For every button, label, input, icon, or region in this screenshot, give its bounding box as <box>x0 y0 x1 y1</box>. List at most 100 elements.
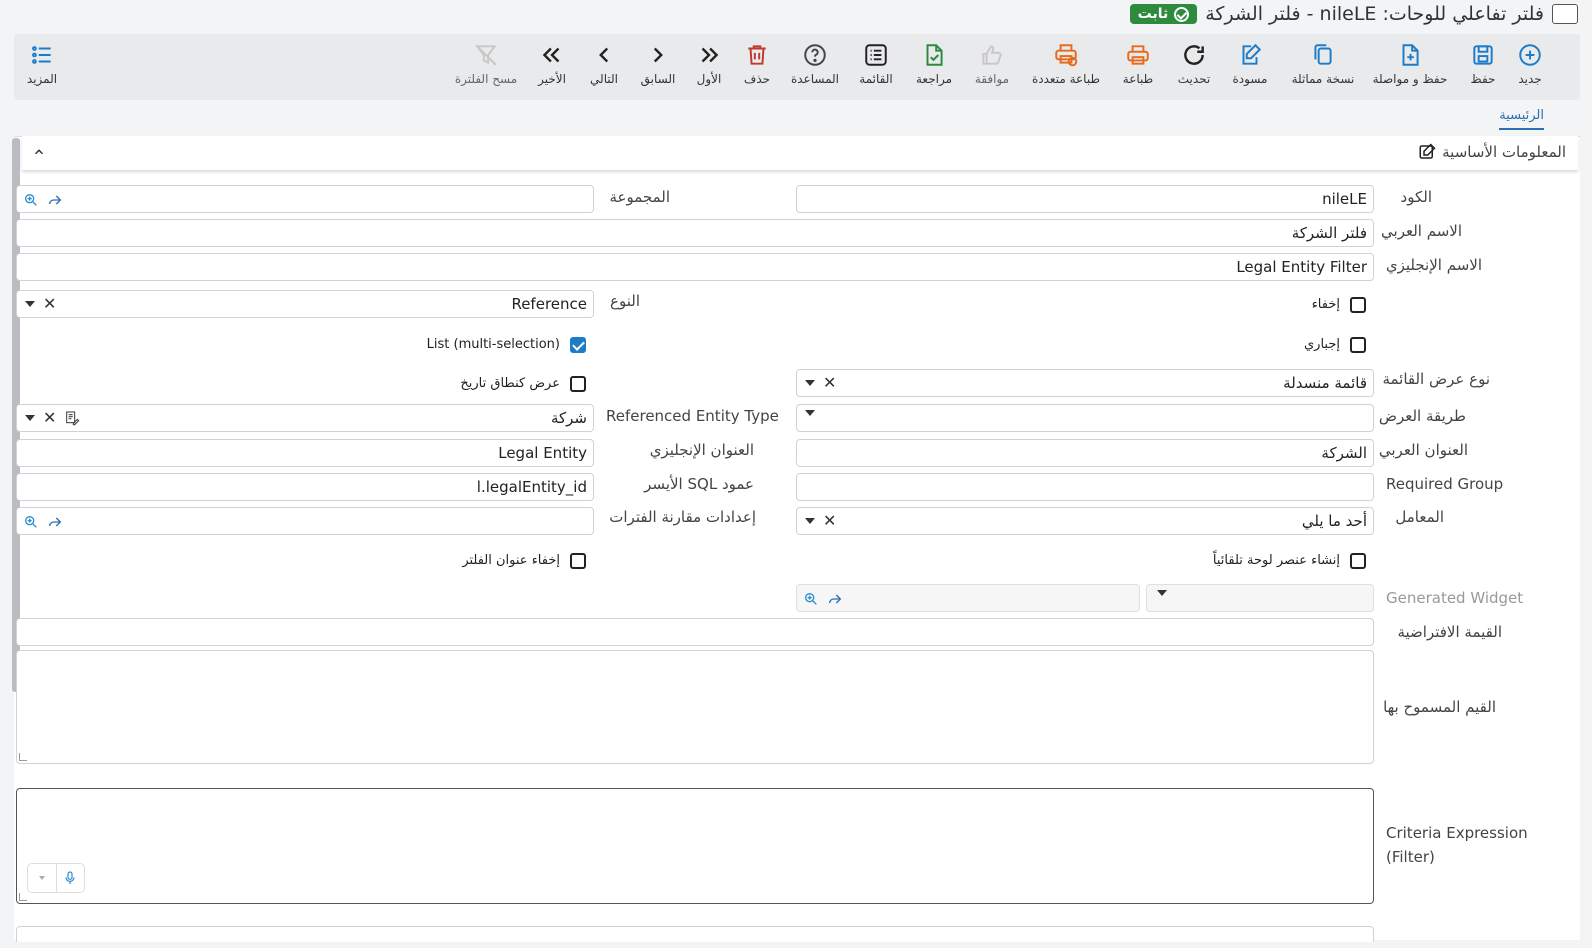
operator-select[interactable]: أحد ما يلي ✕ <box>796 507 1374 535</box>
check-circle-icon <box>1174 6 1190 22</box>
share-icon[interactable] <box>47 514 63 530</box>
review-button[interactable]: مراجعة <box>914 42 954 94</box>
tab-main[interactable]: الرئيسية <box>1499 108 1544 130</box>
group-field[interactable] <box>16 185 594 213</box>
help-button[interactable]: المساعدة <box>788 42 842 94</box>
print-button[interactable]: طباعة <box>1118 42 1158 94</box>
close-icon[interactable]: ✕ <box>43 410 56 426</box>
date-range-checkbox[interactable] <box>570 376 586 392</box>
section-title: المعلومات الأساسية <box>1418 143 1566 161</box>
ref-entity-type-select[interactable]: شركة ✕ <box>16 404 594 432</box>
edit-icon <box>1419 143 1436 159</box>
new-button[interactable]: جديد <box>1515 42 1545 94</box>
default-value-label: القيمة الافتراضية <box>1397 623 1502 641</box>
share-icon[interactable] <box>47 192 63 208</box>
share-icon <box>829 594 842 604</box>
resize-handle[interactable] <box>19 753 27 761</box>
group-label: المجموعة <box>609 188 670 206</box>
mandatory-label: إجباري <box>1304 337 1340 352</box>
list-multi-checkbox[interactable] <box>570 337 586 353</box>
more-button[interactable]: المزيد <box>24 42 60 94</box>
next-field-partial[interactable] <box>16 926 1374 942</box>
display-method-select[interactable] <box>796 404 1374 432</box>
trash-icon <box>748 45 766 65</box>
thumbs-up-icon <box>982 45 1002 65</box>
microphone-icon <box>65 871 76 884</box>
criteria-expression-editor[interactable] <box>16 788 1374 904</box>
refresh-icon <box>1184 45 1204 65</box>
next-button[interactable]: التالي <box>586 42 622 94</box>
last-button[interactable]: الأخير <box>532 42 572 94</box>
type-select[interactable]: Reference ✕ <box>16 290 594 318</box>
hide-checkbox[interactable] <box>1350 297 1366 313</box>
english-name-field[interactable]: Legal Entity Filter <box>16 253 1374 281</box>
file-plus-icon <box>1402 44 1419 66</box>
arabic-title-field[interactable]: الشركة <box>796 439 1374 467</box>
close-icon[interactable]: ✕ <box>823 513 836 529</box>
multi-printer-icon <box>1055 44 1078 67</box>
default-value-field[interactable] <box>16 618 1374 646</box>
save-button[interactable]: حفظ <box>1466 42 1500 94</box>
chevrons-left-icon <box>542 47 560 63</box>
close-icon[interactable]: ✕ <box>43 296 56 312</box>
save-continue-button[interactable]: حفظ و مواصلة <box>1368 42 1452 94</box>
chevron-down-icon[interactable] <box>25 415 35 421</box>
list-display-type-select[interactable]: قائمة منسدلة ✕ <box>796 369 1374 397</box>
filter-off-icon <box>475 44 497 66</box>
clear-filter-button[interactable]: مسح الفلترة <box>454 42 518 94</box>
code-field[interactable]: nileLE <box>796 185 1374 213</box>
auto-widget-checkbox[interactable] <box>1350 553 1366 569</box>
section-basic-info[interactable]: المعلومات الأساسية <box>22 136 1578 170</box>
microphone-button[interactable] <box>55 864 84 892</box>
left-sql-column-label: عمود SQL الأيسر <box>644 475 754 493</box>
required-group-label: Required Group <box>1386 475 1504 493</box>
close-icon[interactable]: ✕ <box>823 375 836 391</box>
duplicate-button[interactable]: نسخة مماثلة <box>1290 42 1356 94</box>
english-title-field[interactable]: Legal Entity <box>16 439 594 467</box>
multi-print-button[interactable]: طباعة متعددة <box>1028 42 1104 94</box>
search-plus-icon[interactable] <box>23 514 39 530</box>
first-button[interactable]: الأول <box>694 42 724 94</box>
code-label: الكود <box>1400 188 1432 206</box>
operator-label: المعامل <box>1395 508 1444 526</box>
printer-icon <box>1127 45 1149 65</box>
arabic-name-field[interactable]: فلتر الشركة <box>16 219 1374 247</box>
list-bullets-icon <box>32 46 51 64</box>
copy-icon <box>1314 44 1332 65</box>
allowed-values-textarea[interactable] <box>16 650 1374 764</box>
previous-button[interactable]: السابق <box>638 42 678 94</box>
chevron-left-icon <box>599 47 609 63</box>
chevron-down-icon[interactable] <box>805 410 815 416</box>
chevron-down-icon[interactable] <box>805 380 815 386</box>
chevron-up-icon[interactable] <box>32 145 46 159</box>
delete-button[interactable]: حذف <box>740 42 774 94</box>
mandatory-checkbox[interactable] <box>1350 337 1366 353</box>
plus-circle-icon <box>1519 44 1541 66</box>
title-row: فلتر تفاعلي للوحات: nileLE - فلتر الشركة… <box>1129 0 1578 28</box>
auto-widget-label: إنشاء عنصر لوحة تلقائياً <box>1212 553 1340 568</box>
arabic-title-label: العنوان العربي <box>1378 441 1468 459</box>
search-plus-icon[interactable] <box>23 192 39 208</box>
period-compare-field[interactable] <box>16 507 594 535</box>
left-sql-column-field[interactable]: l.legalEntity_id <box>16 473 594 501</box>
chevron-down-icon[interactable] <box>25 301 35 307</box>
voice-input-group <box>27 863 85 893</box>
chevron-down-icon[interactable] <box>805 518 815 524</box>
english-name-label: الاسم الإنجليزي <box>1385 256 1482 274</box>
edit-list-icon[interactable] <box>64 410 80 426</box>
status-badge: ثابت <box>1129 4 1198 24</box>
refresh-button[interactable]: تحديث <box>1174 42 1214 94</box>
chevrons-right-icon <box>701 47 719 63</box>
chevron-down-icon <box>1157 590 1167 596</box>
hide-label: إخفاء <box>1311 297 1340 312</box>
draft-button[interactable]: مسودة <box>1230 42 1270 94</box>
voice-options-dropdown[interactable] <box>28 864 56 892</box>
required-group-field[interactable] <box>796 473 1374 501</box>
arabic-name-label: الاسم العربي <box>1381 222 1462 240</box>
list-button[interactable]: القائمة <box>856 42 896 94</box>
hide-filter-title-checkbox[interactable] <box>570 553 586 569</box>
approve-button[interactable]: موافقة <box>972 42 1012 94</box>
edit-doc-icon <box>1242 43 1262 65</box>
type-label: النوع <box>610 292 640 310</box>
resize-handle[interactable] <box>19 893 27 901</box>
